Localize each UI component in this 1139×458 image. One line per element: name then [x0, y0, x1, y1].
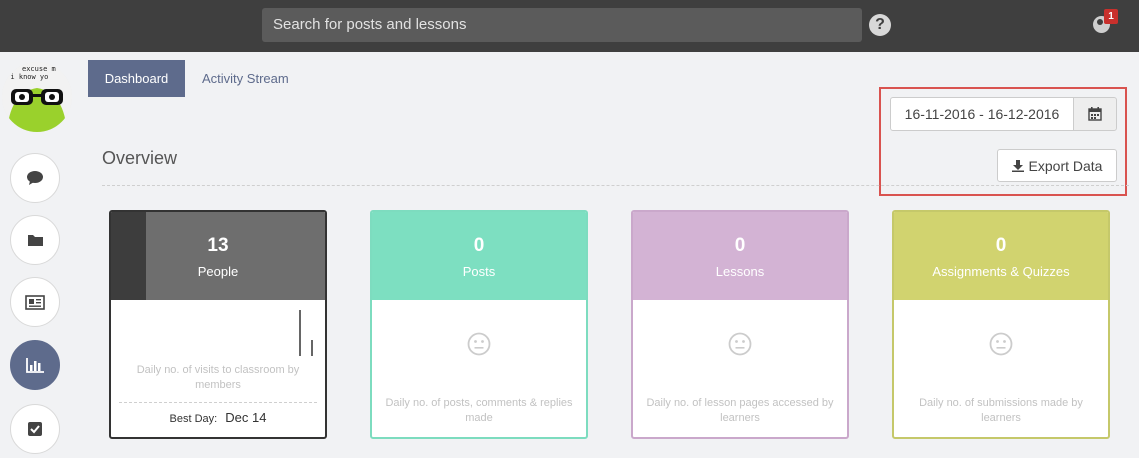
top-bar: Search for posts and lessons ? 1 [0, 0, 1139, 52]
card-label: People [197, 264, 239, 279]
stat-card-posts[interactable]: 0 Posts Daily no. of posts, comments & r… [370, 210, 588, 439]
help-icon[interactable]: ? [869, 14, 891, 36]
date-range-input[interactable]: 16-11-2016 - 16-12-2016 [890, 97, 1074, 131]
card-header: 13 People [111, 212, 325, 300]
stat-card-assignments-quizzes[interactable]: 0 Assignments & Quizzes Daily no. of sub… [892, 210, 1110, 439]
bar-chart-icon [26, 357, 44, 373]
export-data-button[interactable]: Export Data [997, 149, 1117, 182]
page-title: Overview [102, 148, 178, 168]
sidebar-item-analytics[interactable] [10, 340, 60, 390]
card-count: 0 [995, 235, 1007, 256]
divider [102, 185, 1129, 186]
stat-card-people[interactable]: 13 People Daily no. of visits to classro… [109, 210, 327, 439]
card-label: Assignments & Quizzes [932, 264, 1070, 279]
card-label: Posts [462, 264, 496, 279]
neutral-face-icon [728, 332, 752, 356]
card-label: Lessons [715, 264, 765, 279]
export-data-label: Export Data [1028, 157, 1103, 174]
checkbox-icon [28, 422, 42, 436]
notification-count-badge: 1 [1104, 9, 1118, 24]
avatar[interactable]: excuse m o i know yo [2, 62, 72, 132]
calendar-icon [1088, 107, 1102, 121]
avatar-caption-line-1: excuse m [22, 65, 56, 73]
card-header: 0 Posts [372, 212, 586, 300]
activity-bar [299, 310, 301, 356]
best-day: Best Day: Dec 14 [119, 402, 317, 425]
activity-bar [311, 340, 313, 356]
sidebar-item-files[interactable] [10, 215, 60, 265]
tab-activity-stream[interactable]: Activity Stream [202, 60, 289, 97]
card-description: Daily no. of lesson pages accessed by le… [646, 397, 834, 424]
card-description: Daily no. of posts, comments & replies m… [385, 397, 573, 424]
sidebar-item-lessons[interactable] [10, 277, 60, 327]
speech-bubble-icon [27, 171, 43, 185]
stat-card-lessons[interactable]: 0 Lessons Daily no. of lesson pages acce… [631, 210, 849, 439]
card-description: Daily no. of submissions made by learner… [919, 397, 1083, 424]
card-header: 0 Assignments & Quizzes [894, 212, 1108, 300]
card-description: Daily no. of visits to classroom by memb… [136, 364, 300, 391]
sidebar-item-comments[interactable] [10, 153, 60, 203]
neutral-face-icon [989, 332, 1013, 356]
sidebar-item-tasks[interactable] [10, 404, 60, 454]
newspaper-icon [25, 294, 45, 310]
calendar-button[interactable] [1073, 97, 1117, 131]
download-icon [1011, 159, 1024, 172]
best-day-value: Dec 14 [225, 410, 267, 425]
card-count: 13 [207, 235, 229, 256]
neutral-face-icon [467, 332, 491, 356]
folder-icon [27, 235, 43, 246]
card-count: 0 [734, 235, 746, 256]
tab-dashboard[interactable]: Dashboard [88, 60, 185, 97]
best-day-label: Best Day: [169, 413, 218, 425]
card-header: 0 Lessons [633, 212, 847, 300]
search-input[interactable]: Search for posts and lessons [262, 8, 862, 42]
avatar-caption-line-2: o i know yo [2, 73, 48, 81]
card-count: 0 [473, 235, 485, 256]
